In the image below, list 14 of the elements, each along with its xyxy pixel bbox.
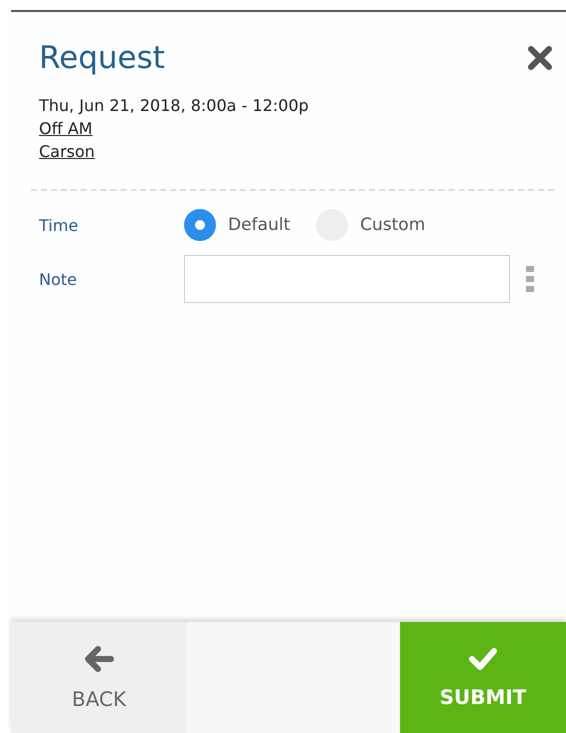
radio-option[interactable]: Default <box>184 209 290 241</box>
note-input[interactable] <box>184 255 510 303</box>
field-label: Note <box>39 270 78 288</box>
detail-link[interactable]: Off AM <box>39 119 92 138</box>
detail-link[interactable]: Carson <box>39 142 95 161</box>
field-label: Time <box>39 216 80 234</box>
close-button[interactable] <box>526 44 554 72</box>
arrow-left-icon <box>84 644 114 672</box>
radio-option[interactable]: Custom <box>316 209 426 241</box>
request-datetime: Thu, Jun 21, 2018, 8:00a - 12:00p <box>39 96 310 115</box>
dialog-title: Request <box>39 40 165 76</box>
more-icon[interactable] <box>526 266 534 292</box>
back-button[interactable]: BACK <box>11 622 187 733</box>
checkmark-icon <box>468 646 498 670</box>
